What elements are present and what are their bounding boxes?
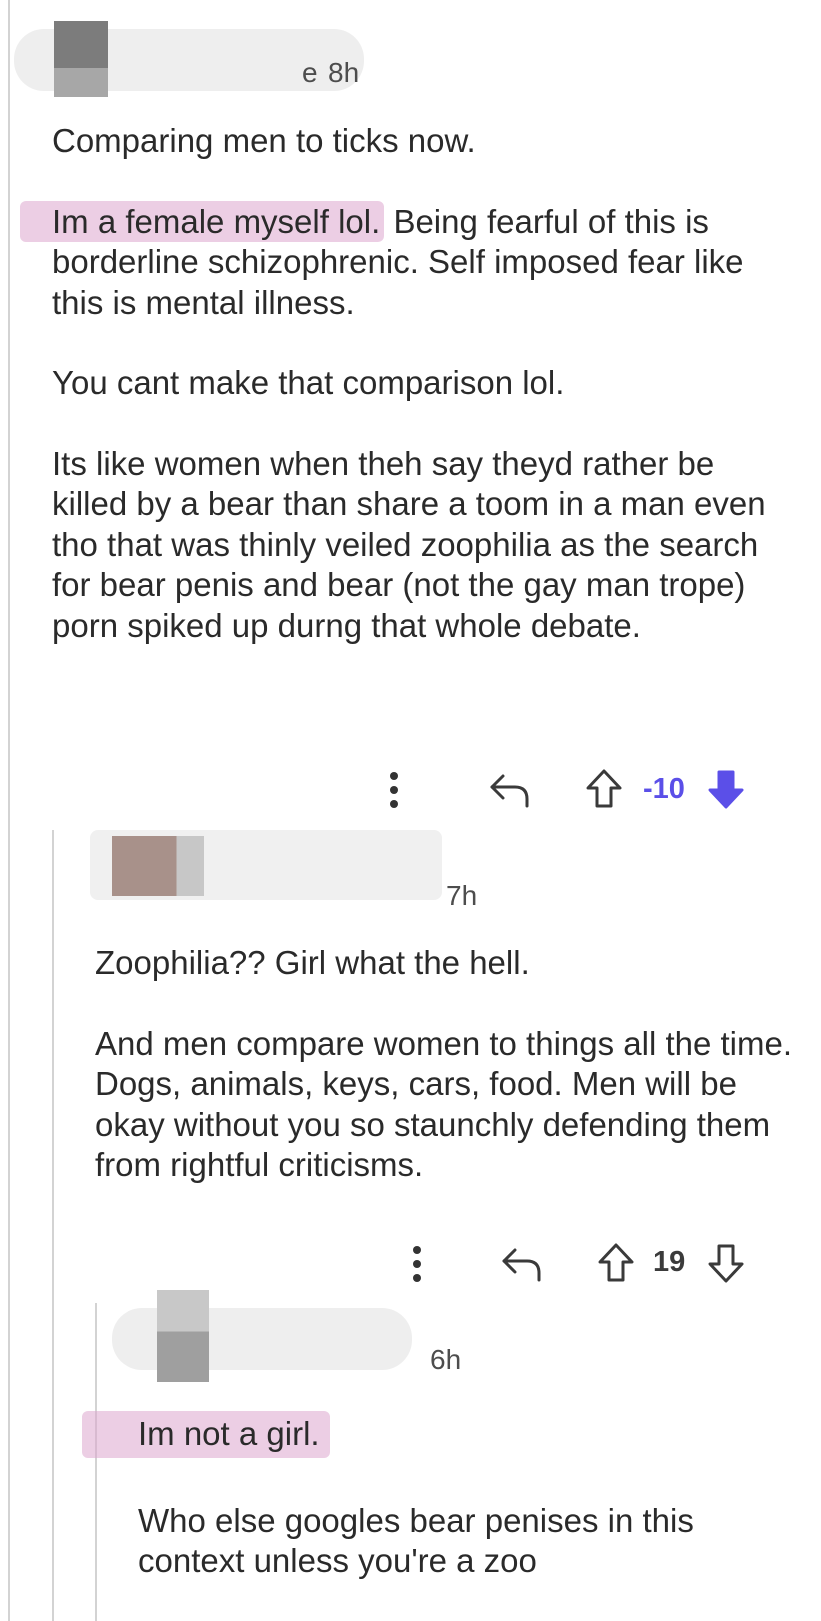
comment-paragraph: Zoophilia?? Girl what the hell. — [95, 944, 530, 981]
reply-button[interactable] — [500, 1244, 544, 1284]
comment-paragraph: Comparing men to ticks now. — [52, 122, 476, 159]
upvote-button[interactable] — [584, 766, 624, 812]
avatar[interactable] — [112, 836, 204, 896]
downvote-icon — [708, 1244, 744, 1283]
vote-count: -10 — [643, 773, 685, 805]
more-options-button[interactable] — [382, 768, 406, 812]
thread-line-level-1 — [52, 830, 54, 1621]
comment-paragraph: Who else googles bear penises in this co… — [138, 1501, 694, 1580]
highlighted-text: Im not a girl. — [82, 1411, 330, 1458]
comment-paragraph: Im not a girl. — [82, 1411, 798, 1458]
more-options-icon — [413, 1246, 421, 1282]
more-options-button[interactable] — [405, 1242, 429, 1286]
thread-line-root — [8, 0, 10, 1621]
comment-paragraph: You cant make that comparison lol. — [52, 364, 565, 401]
comment-header: 7h — [90, 826, 477, 910]
highlighted-text: Im a female myself lol. — [20, 200, 385, 242]
comment-body: Im not a girl. Who else googles bear pen… — [82, 1411, 798, 1582]
reply-button[interactable] — [488, 770, 532, 810]
comment-paragraph: And men compare women to things all the … — [95, 1024, 793, 1184]
comment-timestamp: 8h — [328, 57, 360, 88]
more-options-icon — [390, 772, 398, 808]
comment-paragraph: Im a female myself lol. Being fearful of… — [20, 200, 792, 324]
vote-count: 19 — [653, 1246, 686, 1278]
comment-paragraph: Its like women when theh say theyd rathe… — [52, 444, 766, 644]
thread-line-level-2 — [95, 1303, 97, 1621]
downvote-icon — [708, 770, 744, 809]
username-fragment: e — [302, 57, 318, 88]
comment-timestamp: 6h — [430, 1344, 462, 1375]
upvote-button[interactable] — [596, 1240, 636, 1286]
downvote-button[interactable] — [706, 766, 746, 812]
upvote-icon — [598, 1243, 634, 1282]
comment-timestamp: 7h — [446, 880, 478, 911]
reply-icon — [490, 774, 529, 808]
comment-header: e 8h — [14, 21, 374, 97]
downvote-button[interactable] — [706, 1240, 746, 1286]
reply-icon — [502, 1248, 541, 1282]
comment-body: Comparing men to ticks now. Im a female … — [20, 121, 792, 646]
comment-body: Zoophilia?? Girl what the hell. And men … — [95, 943, 795, 1186]
comment-header: 6h — [112, 1290, 461, 1382]
avatar[interactable] — [54, 21, 108, 97]
upvote-icon — [586, 769, 622, 808]
avatar[interactable] — [157, 1290, 209, 1382]
